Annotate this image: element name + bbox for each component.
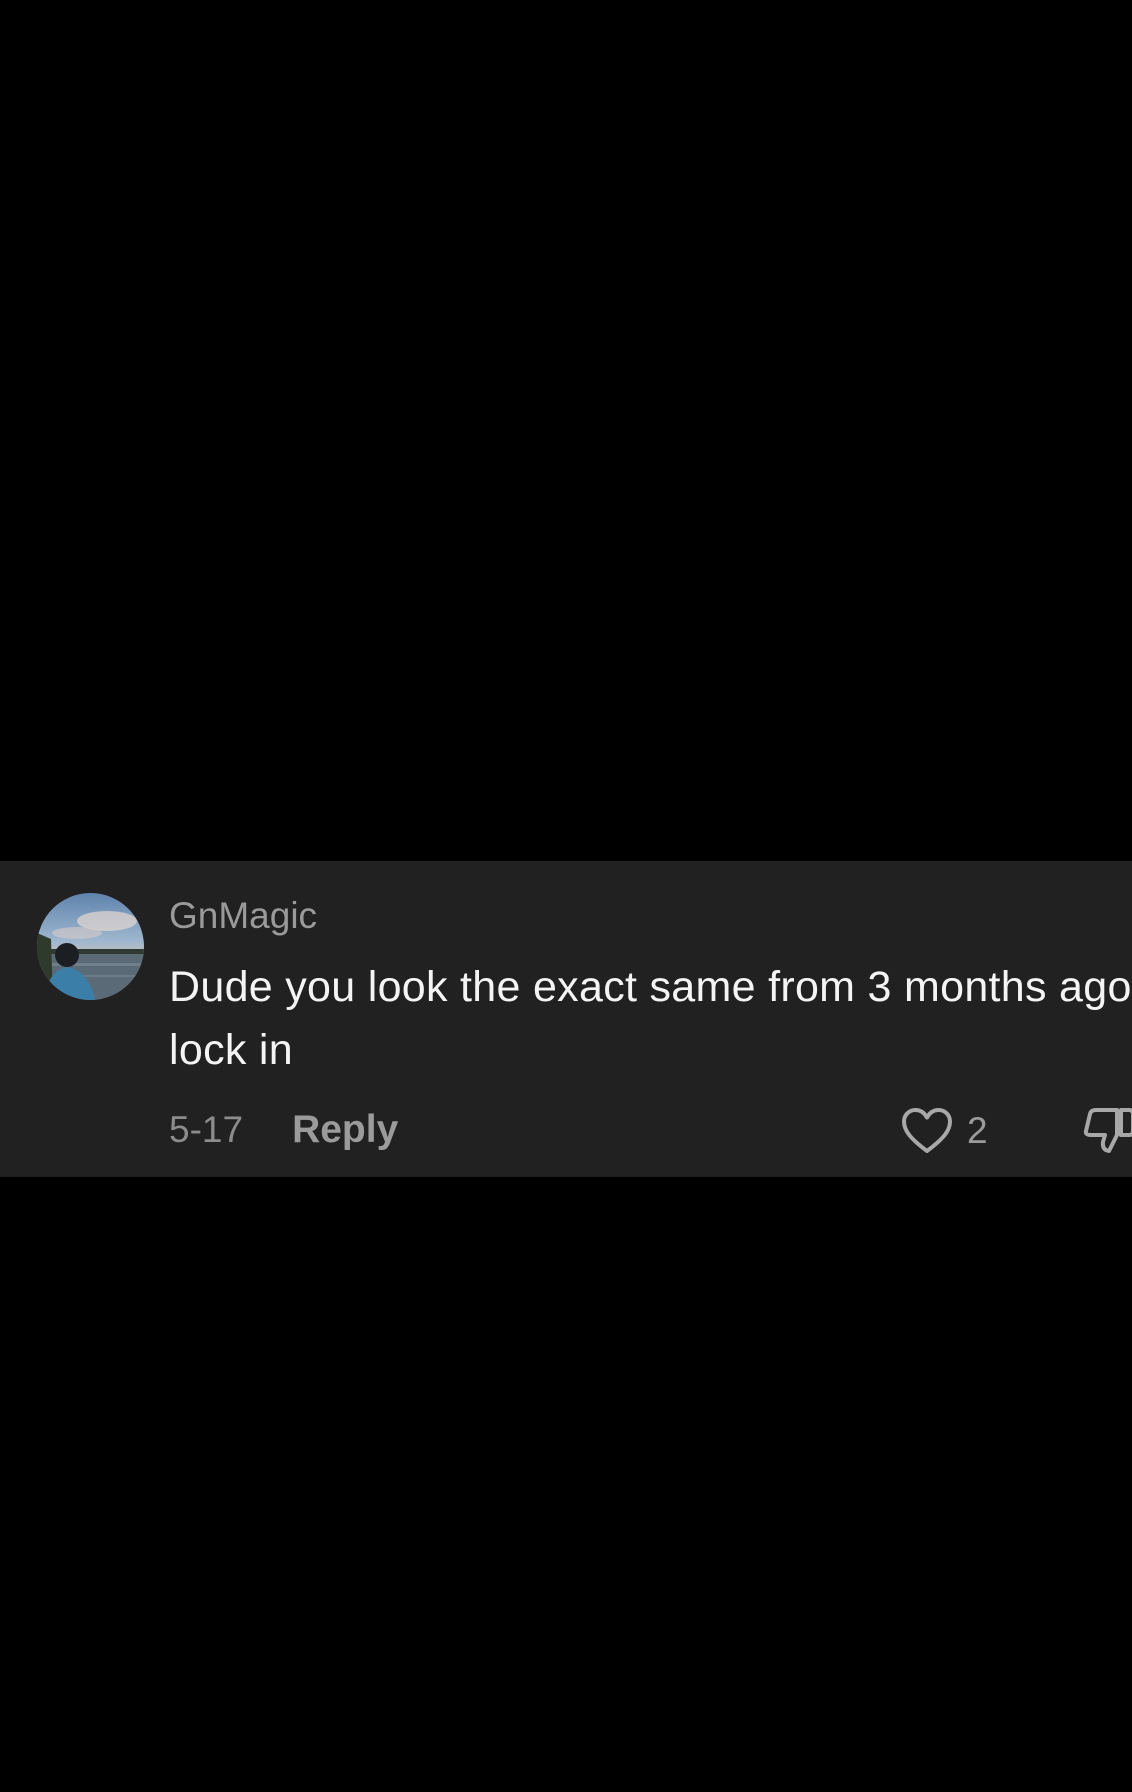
reply-button[interactable]: Reply bbox=[292, 1108, 398, 1152]
like-count: 2 bbox=[967, 1110, 988, 1151]
comment-username[interactable]: GnMagic bbox=[169, 897, 317, 934]
thumbs-down-outline-icon[interactable] bbox=[1081, 1105, 1132, 1155]
comment-text: Dude you look the exact same from 3 mont… bbox=[169, 963, 1132, 1074]
avatar[interactable] bbox=[37, 893, 144, 1000]
heart-outline-icon[interactable] bbox=[901, 1107, 953, 1155]
comment-card: GnMagic Dude you look the exact same fro… bbox=[0, 861, 1132, 1177]
comment-meta-row: 5-17 Reply bbox=[169, 1108, 398, 1152]
like-group: 2 bbox=[901, 1105, 988, 1157]
comment-date: 5-17 bbox=[169, 1109, 244, 1150]
